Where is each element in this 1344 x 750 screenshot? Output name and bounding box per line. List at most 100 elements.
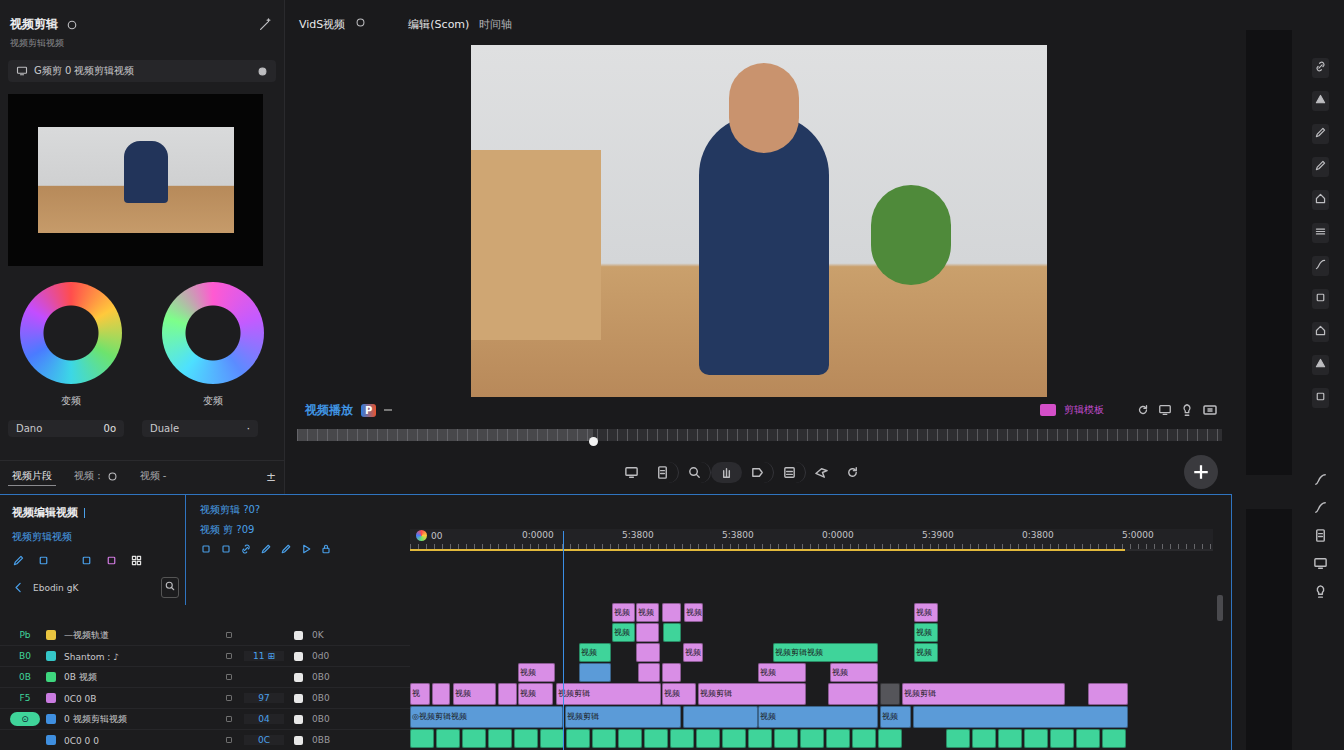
clip[interactable]: 视频 (683, 643, 703, 662)
clip[interactable]: 视频 (758, 706, 878, 728)
clip[interactable]: 视频剪辑 (902, 683, 1065, 705)
tool-icon[interactable] (1314, 126, 1327, 139)
clip[interactable]: 视频 (579, 643, 611, 662)
mute-icon[interactable] (224, 651, 234, 661)
screen-icon[interactable] (1158, 403, 1172, 417)
fx-icon[interactable] (105, 554, 118, 567)
grid-icon[interactable] (130, 554, 143, 567)
clip[interactable] (800, 729, 824, 748)
clip[interactable] (636, 643, 660, 662)
clip[interactable]: 视频 (662, 683, 696, 705)
value-field[interactable]: Dano0o (8, 420, 124, 437)
search-icon[interactable] (164, 580, 176, 592)
track-target[interactable]: ⊙ (10, 712, 40, 726)
info-icon[interactable] (355, 17, 366, 28)
clip[interactable] (683, 706, 758, 728)
clip-icon[interactable] (80, 554, 93, 567)
zoom-icon[interactable] (687, 465, 702, 480)
clip[interactable]: 视频剪辑 (556, 683, 661, 705)
mute-icon[interactable] (224, 714, 234, 724)
clip[interactable] (663, 623, 681, 642)
clip[interactable]: 视频 (914, 603, 938, 622)
clip[interactable] (662, 603, 681, 622)
clip[interactable] (644, 729, 668, 748)
clip[interactable] (636, 623, 659, 642)
clip[interactable]: 视频 (914, 623, 938, 642)
clip[interactable]: 视频 (453, 683, 496, 705)
clip[interactable] (432, 683, 450, 705)
tool-icon[interactable] (1313, 584, 1328, 599)
search-field[interactable]: Ebodin gK (33, 577, 179, 598)
add-icon[interactable] (1184, 455, 1218, 489)
pen-icon[interactable] (12, 554, 25, 567)
loop-icon[interactable] (1136, 403, 1150, 417)
stop-icon[interactable] (200, 543, 212, 555)
clip[interactable]: 视频 (684, 603, 703, 622)
mute-icon[interactable] (224, 693, 234, 703)
clip[interactable] (566, 729, 590, 748)
color-wheel[interactable]: 变频 (162, 282, 264, 408)
clip[interactable]: 视频剪辑 (565, 706, 681, 728)
track-target[interactable]: B0 (10, 649, 40, 663)
mute-icon[interactable] (224, 672, 234, 682)
tool-icon[interactable] (1314, 357, 1327, 370)
clip[interactable] (592, 729, 616, 748)
scrubber[interactable] (297, 429, 1222, 441)
scrubber-knob[interactable] (589, 437, 598, 446)
clip[interactable] (514, 729, 538, 748)
settings-icon[interactable] (66, 19, 78, 31)
back-icon[interactable] (12, 581, 25, 594)
clip[interactable]: 视频 (830, 663, 878, 682)
tool-icon[interactable] (1313, 472, 1328, 487)
clip[interactable] (662, 663, 681, 682)
clip[interactable]: 视 (410, 683, 430, 705)
brush-icon[interactable] (260, 543, 272, 555)
clip[interactable] (579, 663, 611, 682)
tool-icon[interactable] (1314, 390, 1327, 403)
tool-icon[interactable] (1313, 528, 1328, 543)
tool-icon[interactable] (1314, 93, 1327, 106)
mute-icon[interactable] (224, 630, 234, 640)
clip[interactable] (696, 729, 720, 748)
tag-icon[interactable] (750, 465, 765, 480)
tool-icon[interactable] (1314, 159, 1327, 172)
text-icon[interactable] (782, 465, 797, 480)
clip[interactable] (998, 729, 1022, 748)
tool-icon[interactable] (1314, 324, 1327, 337)
clip[interactable] (722, 729, 746, 748)
tool-icon[interactable] (1314, 60, 1327, 73)
tool-icon[interactable] (1314, 192, 1327, 205)
track-target[interactable]: F5 (10, 691, 40, 705)
cut-icon[interactable] (37, 554, 50, 567)
time-ruler[interactable]: 000:00005:38005:38000:00005:39000:38005:… (410, 529, 1213, 549)
clip[interactable] (1102, 729, 1126, 748)
track-target[interactable] (10, 733, 40, 747)
clip[interactable] (436, 729, 460, 748)
track-header[interactable]: F50C0 0B970B0 (0, 687, 410, 708)
clip[interactable] (540, 729, 564, 748)
cc-icon[interactable] (1202, 402, 1218, 418)
clip[interactable]: 视频 (612, 603, 635, 622)
clip[interactable] (913, 706, 1128, 728)
panel-tab[interactable]: 视频 - (136, 467, 171, 486)
clip[interactable] (880, 683, 900, 705)
track-header[interactable]: 0B0B 视频0B0 (0, 666, 410, 687)
viewer-tab[interactable]: 时间轴 (479, 17, 512, 32)
toggle-icon[interactable] (257, 66, 268, 77)
clip[interactable] (498, 683, 517, 705)
bird-icon[interactable] (814, 465, 829, 480)
clip[interactable] (638, 663, 660, 682)
panel-tab[interactable]: 视频 : (70, 467, 122, 486)
clip[interactable] (670, 729, 694, 748)
clip[interactable]: 视频 (758, 663, 806, 682)
tool-icon[interactable] (1314, 225, 1327, 238)
stamp-icon[interactable] (655, 465, 670, 480)
clip[interactable]: 视频剪辑视频 (773, 643, 878, 662)
track-header[interactable]: Pb—视频轨道0K (0, 625, 410, 645)
clock-icon[interactable] (107, 471, 118, 482)
play-icon[interactable] (300, 543, 312, 555)
viewer-tab[interactable]: 编辑(Scom) (408, 17, 469, 32)
track-target[interactable]: 0B (10, 670, 40, 684)
clip[interactable]: ◎视频剪辑视频 (410, 706, 563, 728)
clip[interactable]: 视频 (518, 683, 553, 705)
